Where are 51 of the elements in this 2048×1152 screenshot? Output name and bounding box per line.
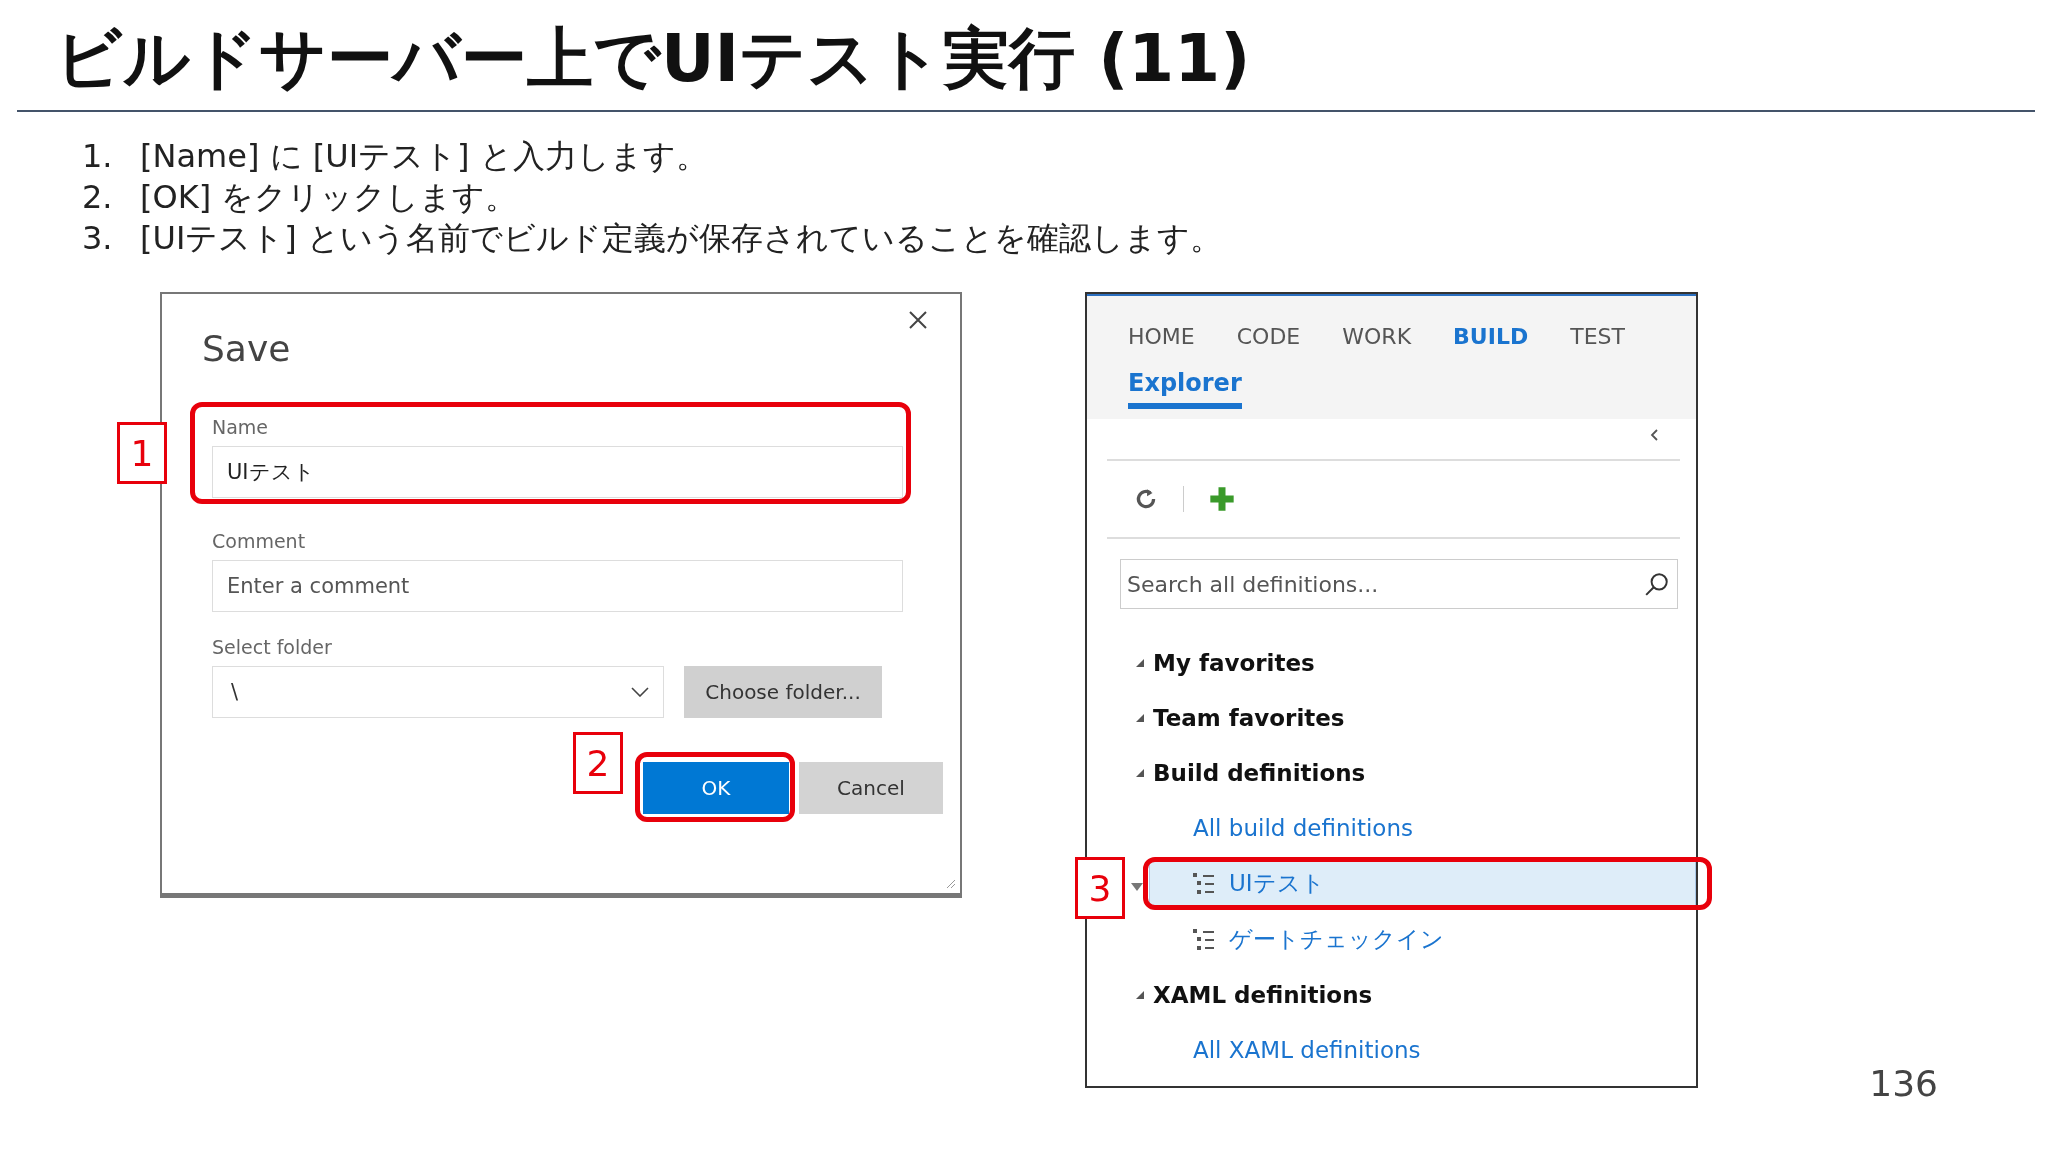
tree-link[interactable]: All build definitions (1193, 814, 1413, 841)
close-icon[interactable] (908, 310, 928, 330)
step-text: [UIテスト] という名前でビルド定義が保存されていることを確認します。 (140, 218, 1222, 259)
step-number: 3. (82, 218, 114, 259)
callout-number: 2 (573, 732, 623, 794)
field-label: Comment (212, 530, 307, 552)
step-number: 2. (82, 177, 114, 218)
tree-section-label[interactable]: My favorites (1153, 649, 1315, 676)
nav-tab[interactable]: BUILD (1453, 324, 1529, 349)
nav-tab[interactable]: HOME (1128, 324, 1195, 349)
field-label: Name (212, 416, 270, 438)
expanded-triangle-icon[interactable] (1135, 989, 1145, 1000)
field-label: Select folder (212, 636, 333, 658)
nav-tab[interactable]: TEST (1570, 324, 1625, 349)
folder-dropdown[interactable]: \ (212, 666, 664, 718)
definition-link[interactable]: ゲートチェックイン (1229, 924, 1444, 955)
chevron-down-icon (631, 687, 649, 697)
callout-number: 1 (117, 422, 167, 484)
tree-section-label[interactable]: Build definitions (1153, 759, 1366, 786)
tree-item-row[interactable]: All build definitions (1087, 800, 1696, 855)
dialog-title: Save (202, 328, 292, 371)
name-field[interactable]: UIテスト (212, 446, 903, 498)
comment-field[interactable]: Enter a comment (212, 560, 903, 612)
expanded-triangle-icon[interactable] (1135, 767, 1145, 778)
plus-icon[interactable] (1208, 485, 1236, 513)
chevron-left-icon[interactable] (1650, 429, 1658, 441)
cancel-button[interactable]: Cancel (799, 762, 943, 814)
tree-section-label[interactable]: Team favorites (1153, 704, 1345, 731)
nav-tab[interactable]: WORK (1342, 324, 1412, 349)
tree-section-label[interactable]: XAML definitions (1153, 981, 1373, 1008)
page-number: 136 (1869, 1063, 1938, 1104)
slide-title: ビルドサーバー上でUIテスト実行 (11) (54, 19, 1252, 99)
search-icon (1644, 571, 1670, 597)
step-text: [OK] をクリックします。 (140, 177, 518, 218)
choose-folder-button[interactable]: Choose folder... (684, 666, 882, 718)
resize-grip-icon[interactable] (944, 877, 956, 889)
step-text: [Name] に [UIテスト] と入力します。 (140, 136, 708, 177)
tree-link[interactable]: All XAML definitions (1193, 1036, 1421, 1063)
callout-number: 3 (1075, 857, 1125, 919)
expanded-triangle-icon[interactable] (1135, 712, 1145, 723)
step-number: 1. (82, 136, 114, 177)
search-field[interactable]: Search all definitions... (1120, 559, 1678, 609)
explorer-tab[interactable]: Explorer (1128, 369, 1242, 409)
definition-link[interactable]: UIテスト (1229, 868, 1325, 899)
expanded-triangle-icon[interactable] (1135, 657, 1145, 668)
list-icon (1193, 872, 1215, 895)
caret-down-icon (1131, 883, 1143, 891)
list-icon (1193, 928, 1215, 951)
tree-item-row[interactable]: All XAML definitions (1087, 1022, 1696, 1077)
ok-button[interactable]: OK (643, 762, 789, 814)
nav-tab[interactable]: CODE (1236, 324, 1301, 349)
